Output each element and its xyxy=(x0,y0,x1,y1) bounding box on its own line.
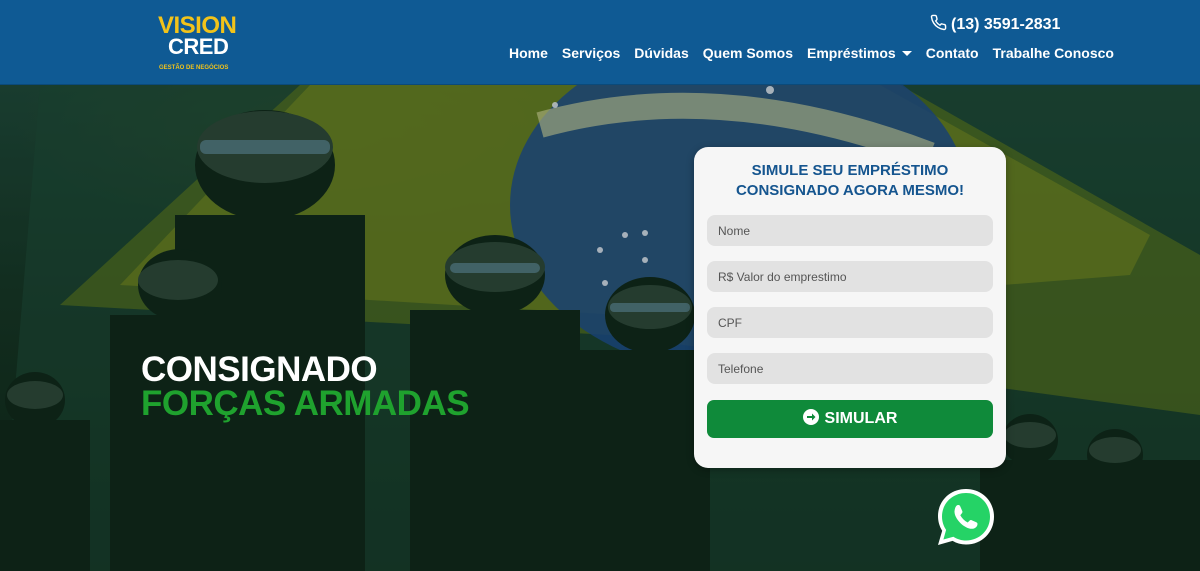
nav-contato[interactable]: Contato xyxy=(926,44,979,62)
hero-title-line-2: FORÇAS ARMADAS xyxy=(141,384,470,423)
cpf-input[interactable] xyxy=(707,307,993,338)
simulate-button[interactable]: SIMULAR xyxy=(707,400,993,438)
loan-value-input[interactable] xyxy=(707,261,993,292)
main-nav: Home Serviços Dúvidas Quem Somos Emprést… xyxy=(509,44,1128,62)
logo-tagline: GESTÃO DE NEGÓCIOS xyxy=(159,65,229,71)
form-title-line-1: SIMULE SEU EMPRÉSTIMO xyxy=(751,162,949,179)
phone-icon xyxy=(930,14,947,36)
nav-trabalhe-conosco[interactable]: Trabalhe Conosco xyxy=(993,44,1114,62)
logo[interactable]: VISION CRED GESTÃO DE NEGÓCIOS xyxy=(158,14,238,74)
name-input[interactable] xyxy=(707,215,993,246)
nav-emprestimos-dropdown[interactable]: Empréstimos xyxy=(807,44,912,62)
nav-quem-somos[interactable]: Quem Somos xyxy=(703,44,793,62)
nav-duvidas[interactable]: Dúvidas xyxy=(634,44,688,62)
hero-background-image xyxy=(0,85,1200,571)
whatsapp-button[interactable] xyxy=(935,486,997,548)
nav-servicos[interactable]: Serviços xyxy=(562,44,620,62)
nav-emprestimos-label: Empréstimos xyxy=(807,45,896,61)
form-title-line-2: CONSIGNADO AGORA MESMO! xyxy=(735,182,965,199)
hero-headline: CONSIGNADO FORÇAS ARMADAS xyxy=(141,350,470,423)
phone-number: (13) 3591-2831 xyxy=(951,16,1061,33)
logo-line-2: CRED xyxy=(168,34,229,59)
loan-simulation-form: SIMULE SEU EMPRÉSTIMO CONSIGNADO AGORA M… xyxy=(694,147,1006,468)
caret-down-icon xyxy=(901,50,912,56)
form-title: SIMULE SEU EMPRÉSTIMO CONSIGNADO AGORA M… xyxy=(694,161,1006,201)
hero-title-line-1: CONSIGNADO xyxy=(141,350,378,389)
nav-home[interactable]: Home xyxy=(509,44,548,62)
whatsapp-icon xyxy=(938,489,994,545)
simulate-button-label: SIMULAR xyxy=(824,410,898,427)
header-phone[interactable]: (13) 3591-2831 xyxy=(930,14,1061,36)
site-header: VISION CRED GESTÃO DE NEGÓCIOS (13) 3591… xyxy=(0,0,1200,85)
hero-section: CONSIGNADO FORÇAS ARMADAS xyxy=(0,85,1200,571)
telephone-input[interactable] xyxy=(707,353,993,384)
arrow-circle-right-icon xyxy=(802,408,819,430)
